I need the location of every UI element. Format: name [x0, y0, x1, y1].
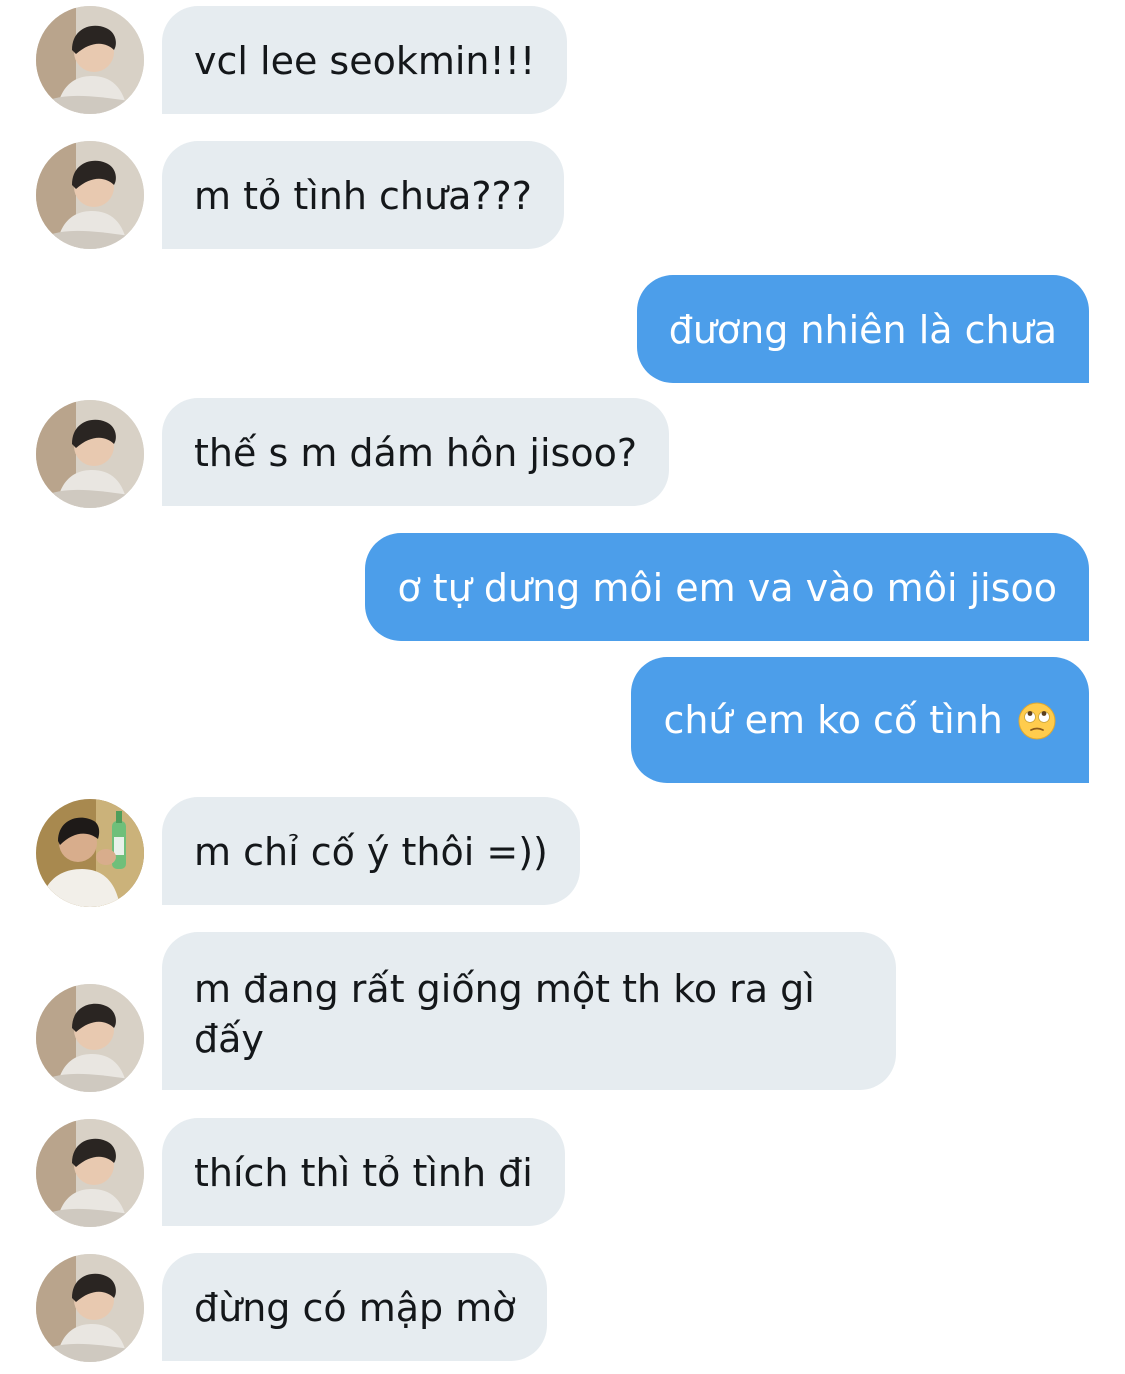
message-bubble[interactable]: vcl lee seokmin!!! — [162, 6, 568, 114]
person-avatar-icon — [36, 400, 144, 508]
avatar[interactable] — [36, 984, 144, 1092]
person-avatar-icon — [36, 6, 144, 114]
person-avatar-icon — [36, 799, 144, 907]
message-text: m chỉ cố ý thôi =)) — [194, 830, 548, 874]
message-text: chứ em ko cố tình — [663, 698, 1003, 742]
message-text: thích thì tỏ tình đi — [194, 1151, 533, 1195]
person-avatar-icon — [36, 141, 144, 249]
message-bubble[interactable]: thế s m dám hôn jisoo? — [162, 398, 669, 506]
message-bubble[interactable]: m chỉ cố ý thôi =)) — [162, 797, 580, 905]
message-text: đương nhiên là chưa — [668, 308, 1057, 352]
face-with-rolling-eyes-icon — [1018, 702, 1056, 740]
message-bubble-outgoing[interactable]: ơ tự dưng môi em va vào môi jisoo — [365, 533, 1089, 641]
avatar[interactable] — [36, 799, 144, 907]
avatar[interactable] — [36, 6, 144, 114]
avatar[interactable] — [36, 400, 144, 508]
message-text: đừng có mập mờ — [194, 1286, 516, 1330]
message-text: m tỏ tình chưa??? — [194, 174, 532, 218]
message-bubble-outgoing[interactable]: đương nhiên là chưa — [636, 275, 1089, 383]
message-bubble[interactable]: m tỏ tình chưa??? — [162, 141, 564, 249]
conversation-thread[interactable]: vcl lee seokmin!!! m tỏ tình chưa??? đươ… — [0, 0, 1125, 1374]
message-text: m đang rất giống một th ko ra gì đấy — [194, 967, 815, 1061]
message-text: ơ tự dưng môi em va vào môi jisoo — [397, 566, 1057, 610]
message-bubble[interactable]: m đang rất giống một th ko ra gì đấy — [162, 932, 896, 1090]
person-avatar-icon — [36, 984, 144, 1092]
person-avatar-icon — [36, 1254, 144, 1362]
avatar[interactable] — [36, 141, 144, 249]
avatar[interactable] — [36, 1254, 144, 1362]
message-text: thế s m dám hôn jisoo? — [194, 431, 637, 475]
avatar[interactable] — [36, 1119, 144, 1227]
person-avatar-icon — [36, 1119, 144, 1227]
message-bubble[interactable]: đừng có mập mờ — [162, 1253, 548, 1361]
message-bubble-outgoing[interactable]: chứ em ko cố tình — [631, 657, 1089, 783]
message-bubble[interactable]: thích thì tỏ tình đi — [162, 1118, 565, 1226]
message-text: vcl lee seokmin!!! — [194, 39, 536, 83]
